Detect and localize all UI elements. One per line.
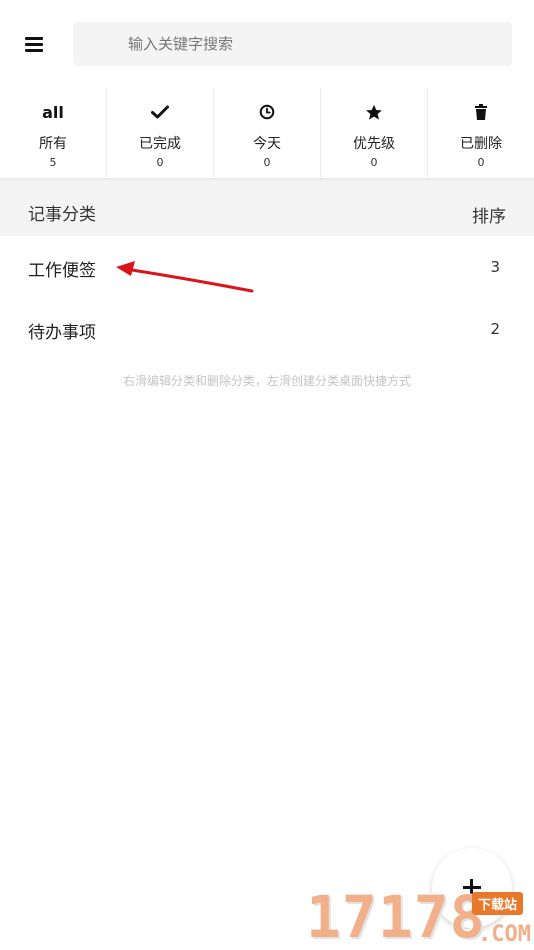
filter-label: 今天 [253,136,281,152]
filter-count: 0 [156,156,164,169]
clock-icon [259,104,275,120]
watermark-logo: 17178 下载站 .COM [306,884,534,950]
app-screen: all 所有 5 已完成 0 今天 0 [0,0,534,950]
category-row[interactable]: 工作便签 3 [0,236,534,296]
watermark-number: 17178 [306,883,486,950]
filter-label: 所有 [39,136,67,152]
category-name: 工作便签 [28,261,96,281]
filter-priority[interactable]: 优先级 0 [320,88,427,178]
filter-completed[interactable]: 已完成 0 [106,88,213,178]
search-input[interactable] [73,22,512,66]
section-title: 记事分类 [28,205,96,225]
trash-icon [475,103,487,120]
filter-count: 5 [49,156,57,169]
filter-today[interactable]: 今天 0 [213,88,320,178]
filter-all[interactable]: all 所有 5 [0,88,106,178]
all-text-icon: all [42,102,64,122]
filter-label: 优先级 [353,136,395,152]
category-row[interactable]: 待办事项 2 [0,298,534,358]
star-icon [366,104,382,120]
filter-count: 0 [370,156,378,169]
filter-label: 已完成 [139,136,181,152]
hamburger-menu-icon[interactable] [20,30,48,58]
filter-deleted[interactable]: 已删除 0 [427,88,534,178]
sort-button[interactable]: 排序 [472,202,506,227]
check-icon [151,105,169,119]
category-count: 3 [490,258,500,276]
category-section-header: 记事分类 排序 [0,178,534,236]
filter-count: 0 [477,156,485,169]
swipe-hint: 右滑编辑分类和删除分类，左滑创建分类桌面快捷方式 [122,374,411,388]
filter-bar: all 所有 5 已完成 0 今天 0 优先级 0 已删除 0 [0,88,534,178]
category-name: 待办事项 [28,323,96,343]
watermark-tag: 下载站 [472,892,524,915]
header [0,0,534,88]
category-count: 2 [490,320,500,338]
filter-label: 已删除 [460,136,502,152]
filter-count: 0 [263,156,271,169]
watermark-suffix: .COM [478,922,531,947]
